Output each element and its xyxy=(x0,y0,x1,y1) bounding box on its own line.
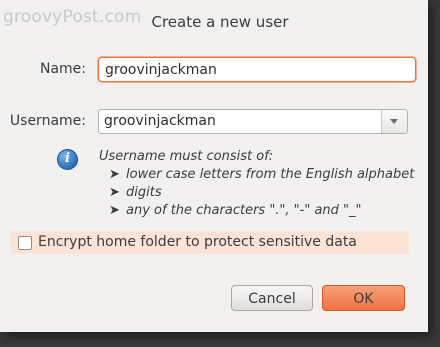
info-icon: i xyxy=(57,149,78,170)
name-field[interactable] xyxy=(98,57,416,82)
arrow-bullet-icon: ➤ xyxy=(109,203,120,218)
chevron-down-icon xyxy=(390,119,398,124)
dialog-title: Create a new user xyxy=(151,13,289,31)
arrow-bullet-icon: ➤ xyxy=(109,167,120,182)
username-combobox[interactable]: groovinjackman xyxy=(98,109,408,134)
ok-button[interactable]: OK xyxy=(322,285,405,311)
hint-item-text: any of the characters ".", "-" and "_" xyxy=(126,203,362,218)
hint-heading: Username must consist of: xyxy=(99,149,274,164)
arrow-bullet-icon: ➤ xyxy=(109,185,120,200)
username-value: groovinjackman xyxy=(104,113,216,129)
hint-item-text: lower case letters from the English alph… xyxy=(126,167,415,182)
username-hint: Username must consist of: ➤ lower case le… xyxy=(99,148,414,220)
hint-item: ➤ lower case letters from the English alp… xyxy=(99,166,414,184)
info-icon-glyph: i xyxy=(65,151,70,166)
cancel-button[interactable]: Cancel xyxy=(231,285,313,311)
username-label: Username: xyxy=(9,113,86,129)
create-user-dialog: groovyPost.com Create a new user Name: U… xyxy=(0,0,428,332)
name-label: Name: xyxy=(39,61,86,77)
hint-item: ➤ any of the characters ".", "-" and "_" xyxy=(99,202,414,220)
username-dropdown-button[interactable] xyxy=(381,110,407,133)
hint-item: ➤ digits xyxy=(99,184,414,202)
hint-item-text: digits xyxy=(126,185,162,200)
encrypt-home-folder-label[interactable]: Encrypt home folder to protect sensitive… xyxy=(38,234,357,250)
encrypt-home-folder-row[interactable]: Encrypt home folder to protect sensitive… xyxy=(11,231,409,254)
encrypt-home-folder-checkbox[interactable] xyxy=(18,236,32,250)
